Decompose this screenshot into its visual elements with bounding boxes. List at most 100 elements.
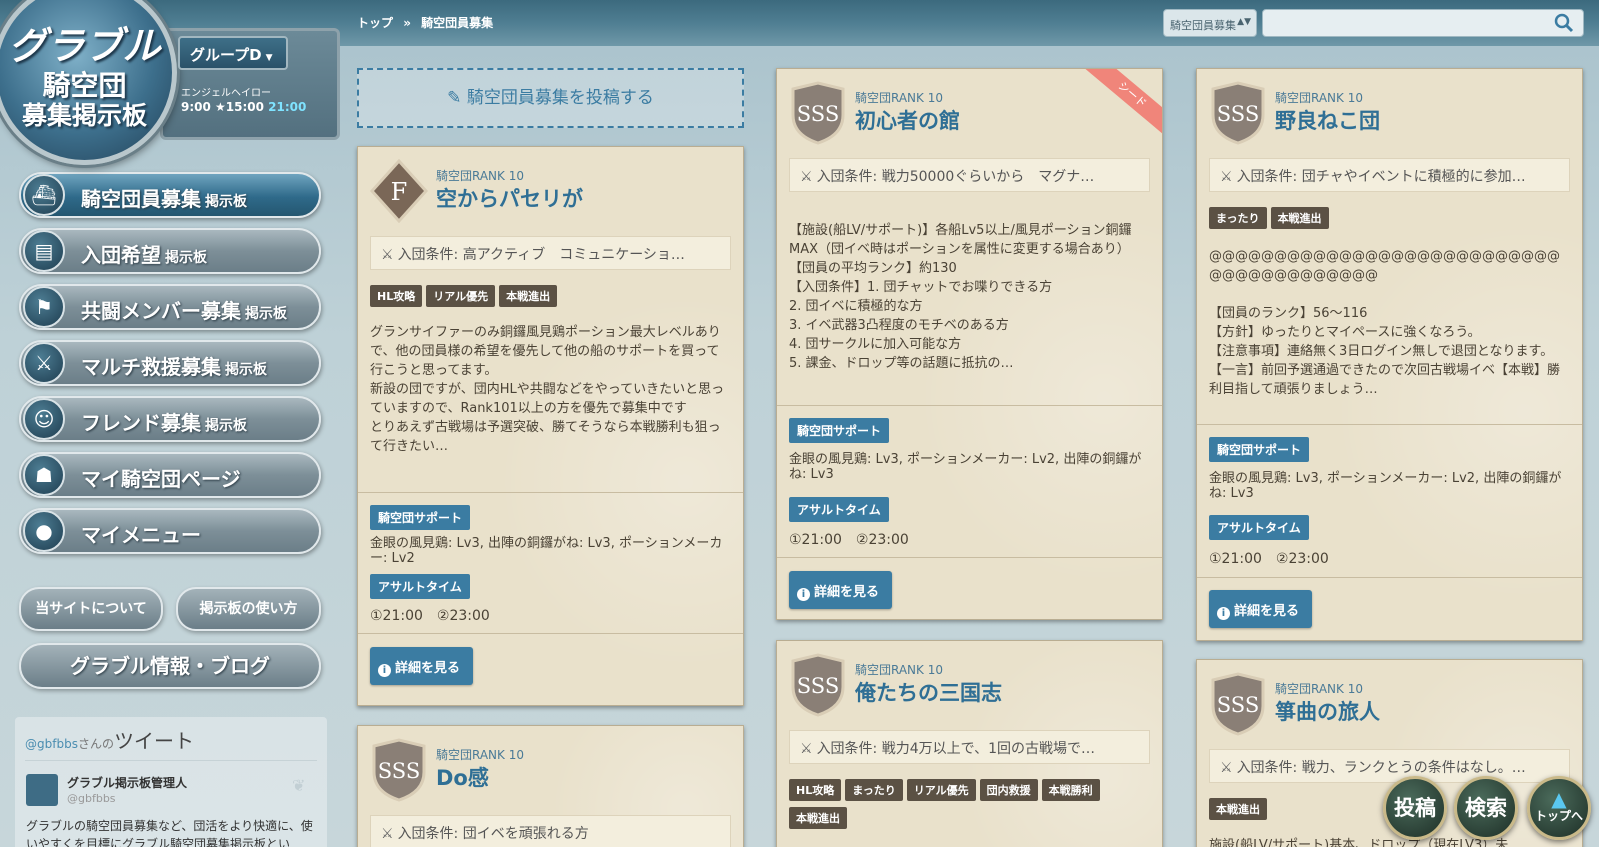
blog-button[interactable]: グラブル情報・ブログ xyxy=(19,643,321,689)
search-icon[interactable] xyxy=(1553,12,1575,34)
rank-sss-emblem-icon: SSS xyxy=(1211,672,1265,736)
avatar[interactable] xyxy=(26,774,58,806)
recruit-card: SSS 騎空団RANK 10 俺たちの三国志 ⚔ 入団条件: 戦力4万以上で、1回… xyxy=(776,640,1163,847)
svg-text:F: F xyxy=(391,178,408,206)
crossed-swords-icon: ⚔ xyxy=(381,247,394,263)
join-condition: ⚔ 入団条件: 団イベを頑張れる方 xyxy=(370,815,731,847)
svg-text:SSS: SSS xyxy=(797,102,839,126)
join-condition: ⚔ 入団条件: 高アクティブ コミュニケーショ… xyxy=(370,236,731,270)
schedule-times: 9:00 ★15:00 21:00 xyxy=(181,100,307,114)
crew-rank: 騎空団RANK 10 xyxy=(1275,682,1363,696)
divider xyxy=(25,760,317,761)
arrow-up-icon: ▲ xyxy=(1551,787,1567,811)
assault-label: アサルトタイム xyxy=(1209,515,1309,540)
assault-times: ①21:00 ②23:00 xyxy=(1209,551,1329,567)
tag: 本戦進出 xyxy=(499,285,558,307)
badge-icon: ▤ xyxy=(23,230,65,272)
island-icon: ☗ xyxy=(23,454,65,496)
tweet-widget: @gbfbbsさんのツイート グラブル掲示板管理人 @gbfbbs ❦ グラブル… xyxy=(15,717,327,847)
back-to-top-button[interactable]: ▲ トップへ xyxy=(1527,776,1591,840)
svg-text:SSS: SSS xyxy=(1217,693,1259,717)
sidebar-item-my-menu[interactable]: ● マイメニュー xyxy=(19,508,321,554)
tag: 団内救援 xyxy=(979,779,1038,801)
divider xyxy=(777,405,1162,406)
sidebar-item-coop-recruit[interactable]: ⚑ 共闘メンバー募集 掲示板 xyxy=(19,284,321,330)
post-recruit-button[interactable]: ✎ 騎空団員募集を投稿する xyxy=(357,68,744,128)
support-values: 金眼の風見鶏: Lv3, ポーションメーカー: Lv2, 出陣の銅鑼がね: Lv… xyxy=(1209,471,1562,501)
rank-f-emblem-icon: F xyxy=(370,159,428,223)
tag: まったり xyxy=(1209,207,1267,229)
tag: 本戦進出 xyxy=(1209,798,1267,820)
tag: HL攻略 xyxy=(370,285,423,307)
divider xyxy=(1197,577,1582,578)
breadcrumb-separator: » xyxy=(403,16,411,30)
recruit-card: F 騎空団RANK 10 空からパセリが ⚔ 入団条件: 高アクティブ コミュニケ… xyxy=(357,146,744,706)
tweet-text: グラブルの騎空団員募集など、団活をより快適に、使いやすくを目標にグラブル騎空団募… xyxy=(26,819,313,847)
airship-icon: ⛴ xyxy=(23,174,65,216)
support-label: 騎空団サポート xyxy=(370,505,471,530)
floating-search-button[interactable]: 検索 xyxy=(1454,776,1518,840)
caret-down-icon: ▼ xyxy=(265,53,273,63)
rank-sss-emblem-icon: SSS xyxy=(372,738,426,802)
support-values: 金眼の風見鶏: Lv3, 出陣の銅鑼がね: Lv3, ポーションメーカー: Lv… xyxy=(370,536,723,566)
crew-name[interactable]: Do感 xyxy=(436,762,489,792)
recruit-card: シード SSS 騎空団RANK 10 初心者の館 ⚔ 入団条件: 戦力50000ぐ… xyxy=(776,68,1163,620)
detail-button[interactable]: i 詳細を見る xyxy=(370,647,473,685)
join-condition: ⚔ 入団条件: 戦力4万以上で、1回の古戦場で… xyxy=(789,730,1150,764)
breadcrumb-home[interactable]: トップ xyxy=(357,16,393,30)
sidebar-item-my-crew[interactable]: ☗ マイ騎空団ページ xyxy=(19,452,321,498)
assault-label: アサルトタイム xyxy=(789,497,889,522)
schedule-label: エンジェルヘイロー xyxy=(181,88,271,99)
tweet-author-name[interactable]: グラブル掲示板管理人 xyxy=(67,774,187,791)
search-category-select[interactable]: 騎空団員募集 ▲▼ xyxy=(1163,9,1257,37)
search-input[interactable] xyxy=(1262,9,1584,37)
rank-sss-emblem-icon: SSS xyxy=(791,81,845,145)
about-button[interactable]: 当サイトについて xyxy=(19,587,163,631)
floating-post-button[interactable]: 投稿 xyxy=(1383,776,1447,840)
tag-list: HL攻略 まったり リアル優先 団内救援 本戦勝利本戦進出 xyxy=(789,779,1149,835)
site-logo[interactable]: グラブル 騎空団 募集掲示板 xyxy=(0,0,177,165)
crew-rank: 騎空団RANK 10 xyxy=(855,663,943,677)
info-icon: i xyxy=(1217,607,1230,620)
divider xyxy=(1197,424,1582,425)
sidebar-item-join-request[interactable]: ▤ 入団希望 掲示板 xyxy=(19,228,321,274)
detail-button[interactable]: i 詳細を見る xyxy=(1209,590,1312,628)
tag: HL攻略 xyxy=(789,779,842,801)
detail-button[interactable]: i 詳細を見る xyxy=(789,571,892,609)
svg-text:SSS: SSS xyxy=(797,674,839,698)
crew-rank: 騎空団RANK 10 xyxy=(436,748,524,762)
crew-name[interactable]: 空からパセリが xyxy=(436,183,583,213)
crew-name[interactable]: 初心者の館 xyxy=(855,105,960,135)
seed-ribbon: シード xyxy=(1079,69,1162,142)
recruit-card: SSS 騎空団RANK 10 野良ねこ団 ⚔ 入団条件: 団チャやイベントに積極的… xyxy=(1196,68,1583,641)
rank-sss-emblem-icon: SSS xyxy=(1211,81,1265,145)
group-select-button[interactable]: グループD ▼ xyxy=(178,36,288,70)
join-condition: ⚔ 入団条件: 団チャやイベントに積極的に参加… xyxy=(1209,158,1570,192)
crew-name[interactable]: 俺たちの三国志 xyxy=(855,677,1002,707)
crew-rank: 騎空団RANK 10 xyxy=(855,91,943,105)
sidebar-item-multi-rescue[interactable]: ⚔ マルチ救援募集 掲示板 xyxy=(19,340,321,386)
tag: 本戦勝利 xyxy=(1041,779,1100,801)
select-arrows-icon: ▲▼ xyxy=(1237,17,1251,27)
breadcrumb-current: 騎空団員募集 xyxy=(421,16,494,30)
tag-list: まったり 本戦進出 xyxy=(1209,207,1569,235)
crossed-swords-icon: ⚔ xyxy=(1220,760,1233,776)
crew-name[interactable]: 箏曲の旅人 xyxy=(1275,696,1380,726)
edit-icon: ✎ xyxy=(447,88,467,108)
crew-name[interactable]: 野良ねこ団 xyxy=(1275,105,1380,135)
sidebar-item-friend-recruit[interactable]: ☺ フレンド募集 掲示板 xyxy=(19,396,321,442)
assault-times: ①21:00 ②23:00 xyxy=(370,608,490,624)
divider xyxy=(777,557,1162,558)
crossed-swords-icon: ⚔ xyxy=(1220,169,1233,185)
friends-icon: ☺ xyxy=(23,398,65,440)
twitter-bird-icon: ❦ xyxy=(292,776,306,795)
party-icon: ⚑ xyxy=(23,286,65,328)
tag-list: HL攻略 リアル優先 本戦進出 xyxy=(370,285,730,313)
crossed-swords-icon: ⚔ xyxy=(381,826,394,842)
sidebar-item-crew-recruit[interactable]: ⛴ 騎空団員募集 掲示板 xyxy=(19,172,321,218)
crossed-swords-icon: ⚔ xyxy=(800,169,813,185)
assault-label: アサルトタイム xyxy=(370,574,470,599)
tweet-author-handle[interactable]: @gbfbbs xyxy=(67,792,116,805)
divider xyxy=(358,492,743,493)
howto-button[interactable]: 掲示板の使い方 xyxy=(176,587,321,631)
